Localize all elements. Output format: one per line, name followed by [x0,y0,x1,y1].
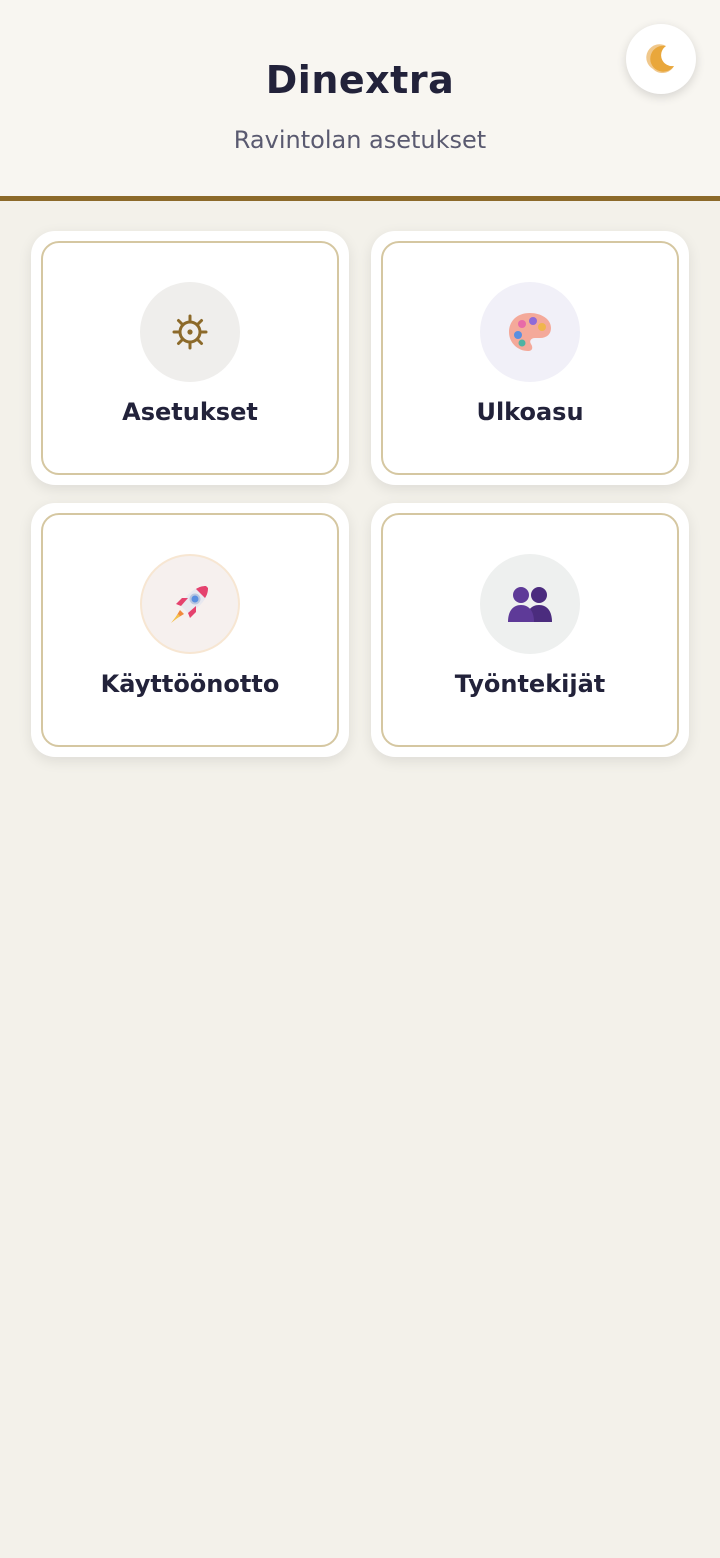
icon-badge [480,282,580,382]
card-asetukset[interactable]: Asetukset [31,231,349,485]
card-label: Työntekijät [454,670,606,698]
card-label: Käyttöönotto [100,670,280,698]
card-kayttoonotto[interactable]: Käyttöönotto [31,503,349,757]
rocket-icon [171,586,208,623]
gear-icon [172,314,208,350]
app-subtitle: Ravintolan asetukset [233,126,487,154]
card-ulkoasu[interactable]: Ulkoasu [371,231,689,485]
crescent-moon-icon [646,44,674,74]
page-header: Dinextra Ravintolan asetukset [0,0,720,196]
card-label: Ulkoasu [476,398,584,426]
palette-icon [509,313,551,351]
icon-badge [140,282,240,382]
theme-toggle-button[interactable] [626,24,696,94]
card-label: Asetukset [122,398,258,426]
settings-grid: Asetukset Ulkoasu Käyttöönotto Työntekij… [31,231,689,757]
app-title: Dinextra [265,58,455,102]
header-divider [0,196,720,201]
people-icon [508,587,552,622]
icon-badge [140,554,240,654]
card-tyontekijat[interactable]: Työntekijät [371,503,689,757]
icon-badge [480,554,580,654]
